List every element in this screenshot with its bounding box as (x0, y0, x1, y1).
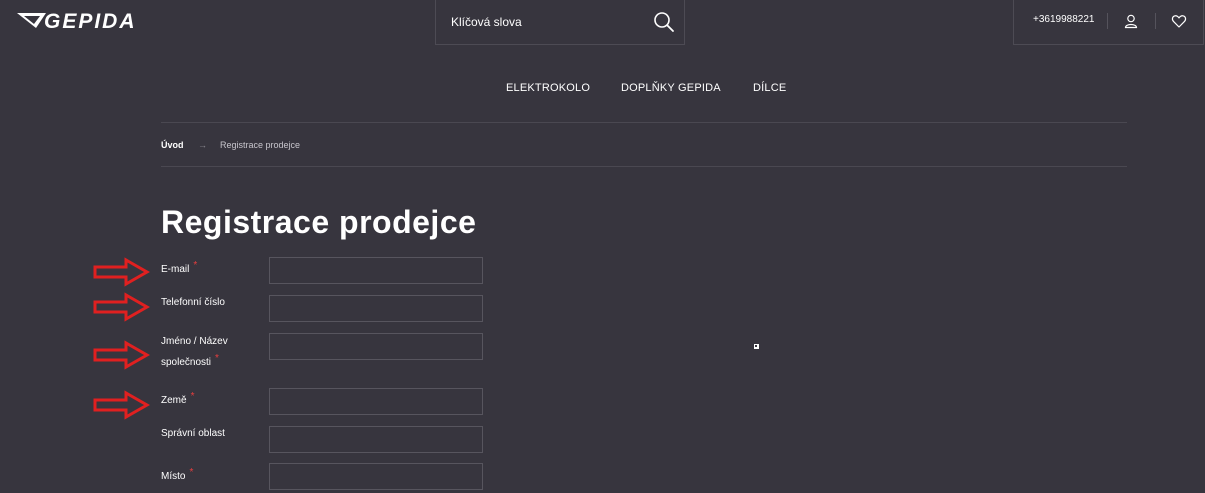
name-label-line1: Jméno / Název (161, 336, 228, 347)
company-name-field[interactable] (269, 333, 483, 360)
city-label: Místo * (161, 466, 193, 487)
nav-divider (161, 122, 1127, 123)
city-field[interactable] (269, 463, 483, 490)
search-box (435, 0, 685, 45)
name-label: Jméno / Název společnosti * (161, 331, 228, 373)
svg-text:GEPIDA: GEPIDA (44, 10, 137, 33)
arrow-right-icon (93, 257, 150, 287)
phone-label-text: Telefonní číslo (161, 297, 225, 308)
email-label-text: E-mail (161, 264, 190, 275)
user-icon[interactable] (1123, 13, 1139, 29)
nav-item-elektrokolo[interactable]: ELEKTROKOLO (506, 82, 590, 94)
required-mark: * (215, 353, 219, 364)
city-label-text: Místo (161, 471, 186, 482)
divider (1155, 13, 1156, 29)
required-mark: * (193, 260, 198, 271)
breadcrumb-separator: → (198, 140, 207, 150)
nav-item-dilce[interactable]: DÍLCE (753, 82, 786, 94)
phone-number[interactable]: +3619988221 (1033, 14, 1094, 25)
arrow-right-icon (93, 340, 150, 370)
divider (1107, 13, 1108, 29)
breadcrumb-home[interactable]: Úvod (161, 140, 184, 150)
country-label-text: Země (161, 395, 187, 406)
heart-icon[interactable] (1171, 13, 1187, 29)
phone-field[interactable] (269, 295, 483, 322)
gepida-logo[interactable]: GEPIDA (16, 9, 188, 33)
nav-item-doplnky-gepida[interactable]: DOPLŇKY GEPIDA (621, 82, 721, 94)
country-field[interactable] (269, 388, 483, 415)
arrow-right-icon (93, 292, 150, 322)
email-label: E-mail * (161, 259, 197, 280)
search-input[interactable] (436, 0, 646, 44)
breadcrumb-divider (161, 166, 1127, 167)
header-actions: +3619988221 (1013, 0, 1204, 45)
phone-label: Telefonní číslo (161, 292, 225, 313)
stray-pixel-icon (754, 344, 759, 349)
region-label: Správní oblast (161, 423, 225, 444)
region-label-text: Správní oblast (161, 428, 225, 439)
arrow-right-icon (93, 390, 150, 420)
required-mark: * (189, 467, 194, 478)
email-field[interactable] (269, 257, 483, 284)
name-label-line2: společnosti (161, 357, 212, 368)
required-mark: * (190, 391, 195, 402)
breadcrumb-current: Registrace prodejce (220, 140, 301, 150)
page-title: Registrace prodejce (161, 204, 477, 240)
gepida-logo-graphic: GEPIDA (17, 10, 137, 33)
search-icon[interactable] (653, 11, 675, 33)
region-field[interactable] (269, 426, 483, 453)
country-label: Země * (161, 390, 194, 411)
